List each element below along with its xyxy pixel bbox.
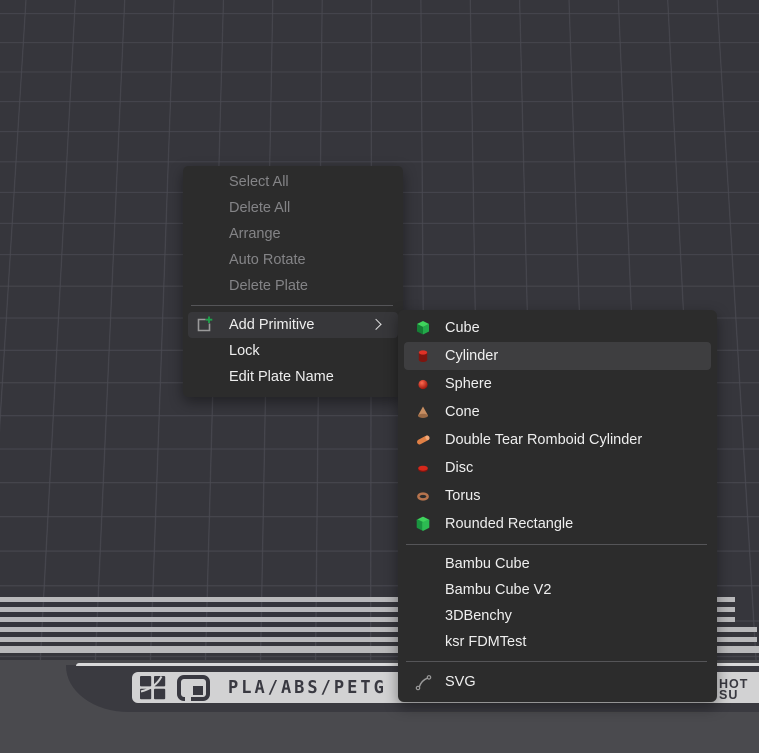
menu-item-delete-all[interactable]: Delete All [188, 195, 398, 221]
plate-material-label: PLA/ABS/PETG [228, 677, 387, 698]
menu-separator [406, 661, 707, 662]
menu-item-arrange[interactable]: Arrange [188, 221, 398, 247]
torus-icon [414, 487, 432, 505]
menu-separator [406, 544, 707, 545]
chevron-right-icon [370, 319, 381, 330]
cylinder-icon [414, 347, 432, 365]
svg-curve-icon [414, 673, 432, 691]
submenu-item-cylinder[interactable]: Cylinder [404, 342, 711, 370]
submenu-item-sphere[interactable]: Sphere [404, 370, 711, 398]
romboid-cylinder-icon [414, 431, 432, 449]
menu-item-lock[interactable]: Lock [188, 338, 398, 364]
menu-item-auto-rotate[interactable]: Auto Rotate [188, 247, 398, 273]
menu-separator [191, 305, 393, 306]
cone-icon [414, 403, 432, 421]
slicer-3d-viewport[interactable]: PLA/ABS/PETG HOT SU Select All Delete Al… [0, 0, 759, 753]
menu-item-edit-plate-name[interactable]: Edit Plate Name [188, 364, 398, 390]
submenu-item-bambu-cube[interactable]: Bambu Cube [404, 551, 711, 577]
submenu-item-cube[interactable]: Cube [404, 314, 711, 342]
submenu-item-cone[interactable]: Cone [404, 398, 711, 426]
menu-item-select-all[interactable]: Select All [188, 169, 398, 195]
hot-surface-label: HOT SU [719, 679, 748, 701]
submenu-item-ksr-fdmtest[interactable]: ksr FDMTest [404, 629, 711, 655]
submenu-item-svg[interactable]: SVG [404, 668, 711, 696]
cube-icon [414, 319, 432, 337]
submenu-item-disc[interactable]: Disc [404, 454, 711, 482]
submenu-item-bambu-cube-v2[interactable]: Bambu Cube V2 [404, 577, 711, 603]
sphere-icon [414, 375, 432, 393]
add-primitive-submenu: Cube Cylinder Sphere [398, 310, 717, 702]
menu-item-delete-plate[interactable]: Delete Plate [188, 273, 398, 299]
pinwheel-logo-icon [139, 675, 167, 700]
submenu-item-rounded-rectangle[interactable]: Rounded Rectangle [404, 510, 711, 538]
menu-item-add-primitive[interactable]: Add Primitive [188, 312, 398, 338]
submenu-item-3dbenchy[interactable]: 3DBenchy [404, 603, 711, 629]
context-menu: Select All Delete All Arrange Auto Rotat… [183, 166, 403, 397]
rounded-rectangle-icon [414, 515, 432, 533]
add-primitive-icon [195, 316, 213, 334]
submenu-item-double-tear-romboid-cylinder[interactable]: Double Tear Romboid Cylinder [404, 426, 711, 454]
submenu-item-torus[interactable]: Torus [404, 482, 711, 510]
disc-icon [414, 459, 432, 477]
plate-logo-icon [177, 675, 210, 701]
